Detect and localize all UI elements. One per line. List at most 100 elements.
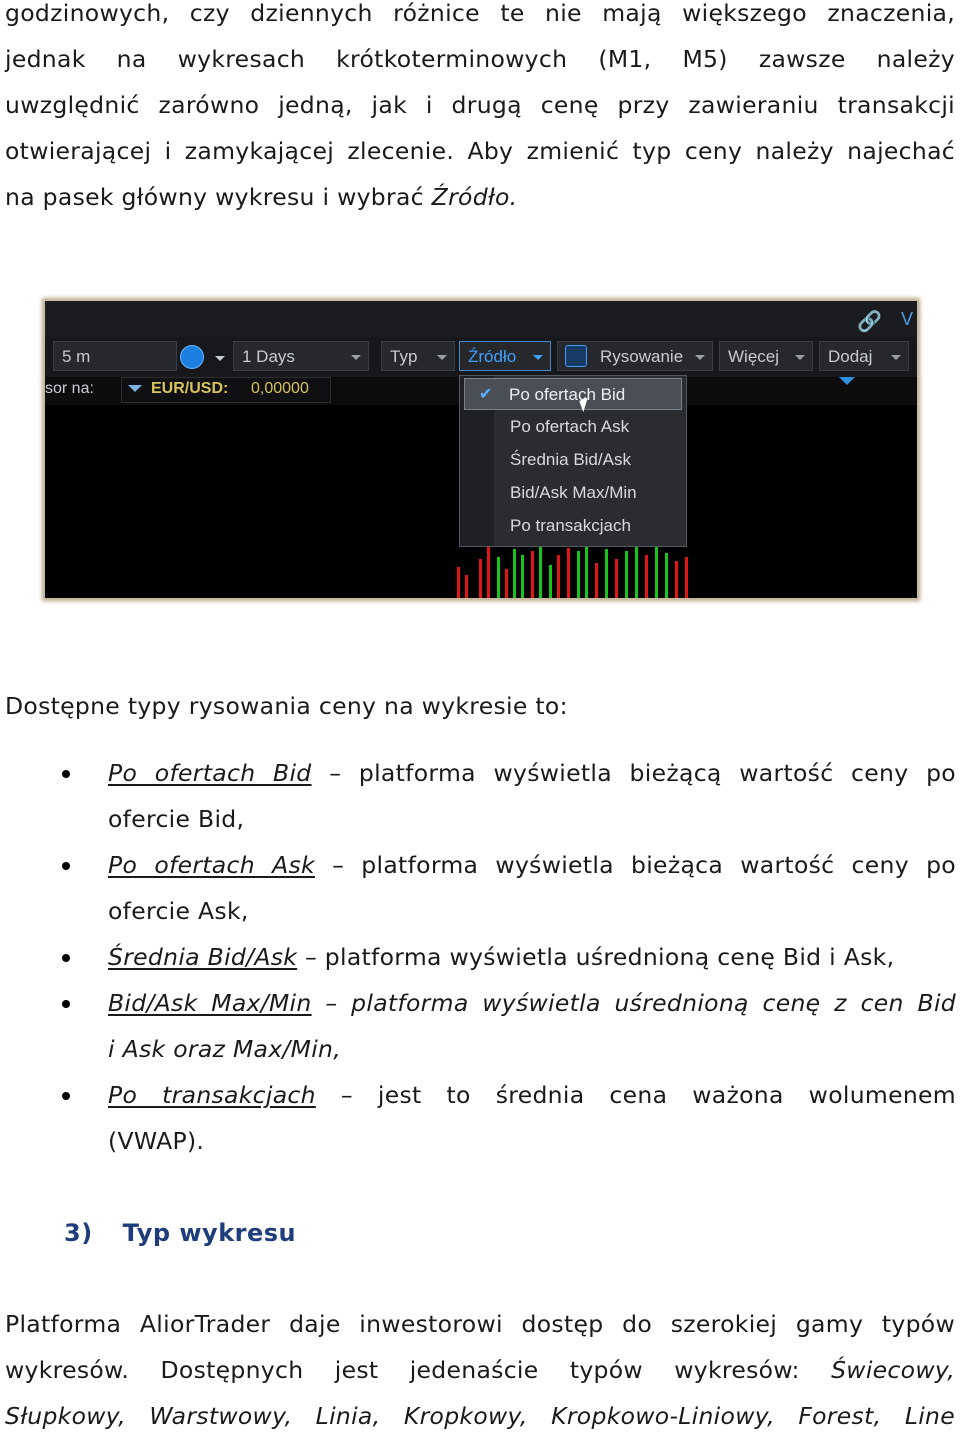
list-item: Po ofertach Bid – platforma wyświetla bi…	[108, 750, 956, 842]
list-item-desc: – platforma wyświetla bieżącą wartość ce…	[329, 759, 956, 787]
add-menu-button[interactable]: Dodaj	[819, 341, 909, 371]
candle	[479, 559, 482, 598]
list-item-term: Średnia Bid/Ask	[108, 943, 298, 971]
drawing-tools-icon	[565, 345, 587, 367]
source-dropdown-menu: ✔ Po ofertach Bid Po ofertach Ask Średnia…	[459, 375, 687, 547]
list-item-desc-cont: ofercie Ask,	[108, 897, 249, 925]
instrument-pair: EUR/USD:	[151, 380, 229, 397]
checkmark-icon: ✔	[479, 386, 493, 403]
chevron-down-icon	[795, 355, 805, 360]
platform-screenshot: 🔗 V 5 m 1 Days Typ Źródło Rysowanie Więc…	[44, 300, 918, 599]
candle	[625, 551, 628, 598]
list-item: Po ofertach Ask – platforma wyświetla bi…	[108, 842, 956, 934]
globe-dropdown-arrow-icon[interactable]	[215, 356, 225, 361]
menu-item-transactions[interactable]: Po transakcjach	[510, 510, 631, 542]
list-item-line: Bid/Ask Max/Min – platforma wyświetla uś…	[108, 980, 956, 1026]
candle	[521, 555, 524, 598]
menu-item-label: Bid/Ask Max/Min	[510, 483, 637, 502]
candle	[457, 567, 460, 598]
intro-line-5-text: na pasek główny wykresu i wybrać	[5, 183, 432, 211]
bullet-icon	[62, 770, 70, 778]
candle	[675, 561, 678, 598]
add-label: Dodaj	[828, 347, 873, 366]
list-item-line: Po ofertach Bid – platforma wyświetla bi…	[108, 750, 956, 796]
candle	[645, 555, 648, 598]
candle	[595, 563, 598, 598]
instrument-dropdown-icon[interactable]	[128, 385, 142, 392]
menu-item-label: Po ofertach Ask	[510, 417, 630, 436]
interval-select[interactable]: 5 m	[53, 341, 177, 371]
candle	[505, 569, 508, 598]
screenshot-top-bar	[45, 301, 917, 338]
source-menu-button[interactable]: Źródło	[459, 341, 551, 371]
chevron-down-icon	[891, 355, 901, 360]
list-item-desc-cont: ofercie Bid,	[108, 805, 245, 833]
list-item-term: Po ofertach Bid	[108, 759, 312, 787]
list-item-desc: – platforma wyświetla uśrednioną cenę Bi…	[304, 943, 895, 971]
list-item-desc: – platforma wyświetla bieżąca wartość ce…	[332, 851, 956, 879]
chevron-down-icon	[437, 355, 447, 360]
candle	[497, 557, 500, 598]
candle	[531, 551, 534, 598]
outro-line-1: Platforma AliorTrader daje inwestorowi d…	[5, 1310, 955, 1338]
outro-line-3: Słupkowy, Warstwowy, Linia, Kropkowy, Kr…	[5, 1393, 955, 1439]
candle	[567, 548, 570, 598]
chevron-down-icon	[695, 355, 705, 360]
menu-item-maxmin[interactable]: Bid/Ask Max/Min	[510, 477, 637, 509]
candle	[539, 547, 542, 598]
candle	[513, 549, 516, 598]
more-menu-button[interactable]: Więcej	[719, 341, 813, 371]
type-menu-button[interactable]: Typ	[381, 341, 455, 371]
list-item-term: Po ofertach Ask	[108, 851, 315, 879]
bullet-icon	[62, 1000, 70, 1008]
collapse-indicator-icon[interactable]	[839, 377, 855, 385]
link-icon[interactable]: 🔗	[857, 309, 882, 334]
instrument-value: 0,00000	[251, 380, 309, 397]
outro-chart-types: Słupkowy, Warstwowy, Linia, Kropkowy, Kr…	[5, 1402, 955, 1430]
interval-value: 5 m	[62, 347, 91, 366]
range-value: 1 Days	[242, 347, 295, 366]
intro-line-1: godzinowych, czy dziennych różnice te ni…	[5, 0, 955, 27]
candle	[549, 565, 552, 598]
menu-item-ask[interactable]: Po ofertach Ask	[510, 411, 629, 443]
outro-line-2: wykresów. Dostępnych jest jedenaście typ…	[5, 1347, 955, 1393]
list-item-line: Średnia Bid/Ask – platforma wyświetla uś…	[108, 934, 956, 980]
section-number: 3)	[64, 1219, 93, 1247]
menu-item-bid[interactable]: ✔ Po ofertach Bid	[464, 378, 682, 410]
list-item-line: Po ofertach Ask – platforma wyświetla bi…	[108, 842, 956, 888]
candle	[487, 545, 490, 598]
list-item-desc-cont: (VWAP).	[108, 1127, 205, 1155]
chevron-down-icon	[533, 355, 543, 360]
candle	[465, 575, 468, 598]
bullet-icon	[62, 1092, 70, 1100]
chevron-down-icon	[351, 355, 361, 360]
types-intro-text: Dostępne typy rysowania ceny na wykresie…	[5, 692, 568, 720]
more-label: Więcej	[728, 347, 780, 366]
globe-icon[interactable]	[180, 345, 204, 369]
outro-paragraph: Platforma AliorTrader daje inwestorowi d…	[5, 1301, 955, 1439]
outro-chart-type: Świecowy,	[831, 1356, 955, 1384]
candle	[585, 545, 588, 598]
list-item: Średnia Bid/Ask – platforma wyświetla uś…	[108, 934, 956, 980]
list-item-desc: – jest to średnia cena ważona wolumenem	[340, 1081, 957, 1109]
list-item-line: Po transakcjach – jest to średnia cena w…	[108, 1072, 956, 1118]
list-item: Po transakcjach – jest to średnia cena w…	[108, 1072, 956, 1164]
section-heading: 3) Typ wykresu	[64, 1210, 296, 1256]
types-intro: Dostępne typy rysowania ceny na wykresie…	[5, 683, 955, 729]
candle	[605, 549, 608, 598]
list-item-desc-cont: i Ask oraz Max/Min,	[108, 1035, 342, 1063]
drawing-label: Rysowanie	[600, 347, 684, 366]
candle	[615, 559, 618, 598]
type-label: Typ	[390, 347, 418, 366]
intro-line-3: uwzględnić zarówno jedną, jak i drugą ce…	[5, 91, 955, 119]
range-select[interactable]: 1 Days	[233, 341, 369, 371]
candle	[557, 555, 560, 598]
bullet-icon	[62, 954, 70, 962]
list-item-desc: – platforma wyświetla uśrednioną cenę z …	[325, 989, 956, 1017]
candle	[635, 545, 638, 598]
cursor-info-label: sor na:	[45, 380, 94, 397]
menu-item-average[interactable]: Średnia Bid/Ask	[510, 444, 631, 476]
list-item-term: Po transakcjach	[108, 1081, 316, 1109]
intro-source-term: Źródło.	[431, 183, 518, 211]
intro-line-4: otwierającej i zamykającej zlecenie. Aby…	[5, 137, 955, 165]
